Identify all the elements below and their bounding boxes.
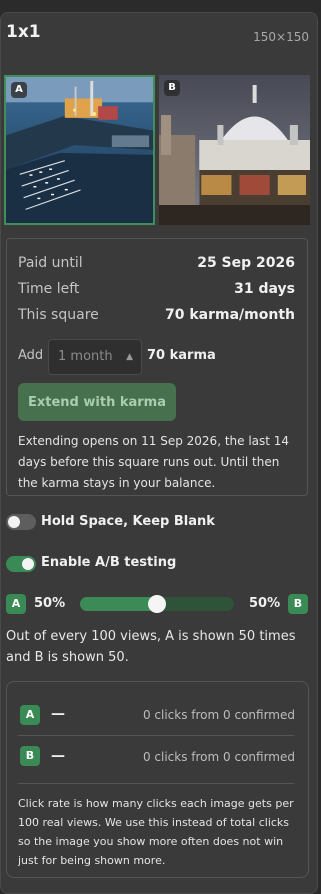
extend-with-karma-button[interactable]: Extend with karma	[18, 383, 176, 421]
ab-testing-toggle[interactable]	[6, 556, 36, 572]
stats-b-rate: —	[51, 748, 65, 764]
stats-a-rate: —	[51, 706, 65, 722]
paid-until-value: 25 Sep 2026	[197, 255, 295, 271]
ab-split-description: Out of every 100 views, A is shown 50 ti…	[6, 629, 296, 665]
hold-space-toggle[interactable]	[6, 514, 36, 530]
add-cost: 70 karma	[147, 348, 216, 363]
stats-a-clicks: 0 clicks from 0 confirmed	[142, 708, 295, 722]
image-a[interactable]: A	[4, 75, 155, 225]
domed-building-photo-icon	[159, 75, 310, 225]
paid-until-label: Paid until	[18, 255, 83, 271]
stats-b-clicks: 0 clicks from 0 confirmed	[142, 750, 295, 764]
variant-a-percent: 50%	[34, 596, 66, 611]
stats-divider	[18, 735, 294, 736]
click-rate-note: Click rate is how many clicks each image…	[18, 797, 294, 867]
variant-b-percent: 50%	[249, 596, 281, 611]
image-b[interactable]: B	[159, 75, 310, 225]
square-price-value: 70 karma/month	[165, 307, 295, 323]
image-b-badge: B	[164, 80, 180, 96]
ab-split-thumb[interactable]	[148, 595, 166, 613]
extend-note: Extending opens on 11 Sep 2026, the last…	[18, 434, 290, 490]
time-left-label: Time left	[18, 281, 80, 297]
stats-b-badge: B	[20, 746, 40, 766]
ab-split-slider[interactable]	[80, 595, 234, 613]
hold-space-label: Hold Space, Keep Blank	[41, 514, 215, 529]
variant-a-badge: A	[6, 594, 26, 614]
duration-select-value: 1 month	[58, 349, 113, 364]
harbor-photo-icon	[6, 77, 153, 223]
time-left-value: 31 days	[234, 281, 295, 297]
add-label: Add	[18, 348, 44, 363]
square-title: 1x1	[6, 22, 41, 42]
toggle-knob	[8, 516, 20, 528]
stats-divider	[18, 783, 294, 784]
square-size: 150×150	[253, 30, 309, 44]
duration-select[interactable]: 1 month ▲▼	[48, 339, 142, 396]
stats-a-badge: A	[20, 705, 40, 725]
ab-testing-label: Enable A/B testing	[41, 555, 177, 570]
toggle-knob	[22, 558, 34, 570]
square-price-label: This square	[18, 307, 99, 323]
image-a-badge: A	[11, 82, 27, 98]
variant-b-badge: B	[288, 594, 308, 614]
ab-split-fill	[80, 597, 157, 611]
